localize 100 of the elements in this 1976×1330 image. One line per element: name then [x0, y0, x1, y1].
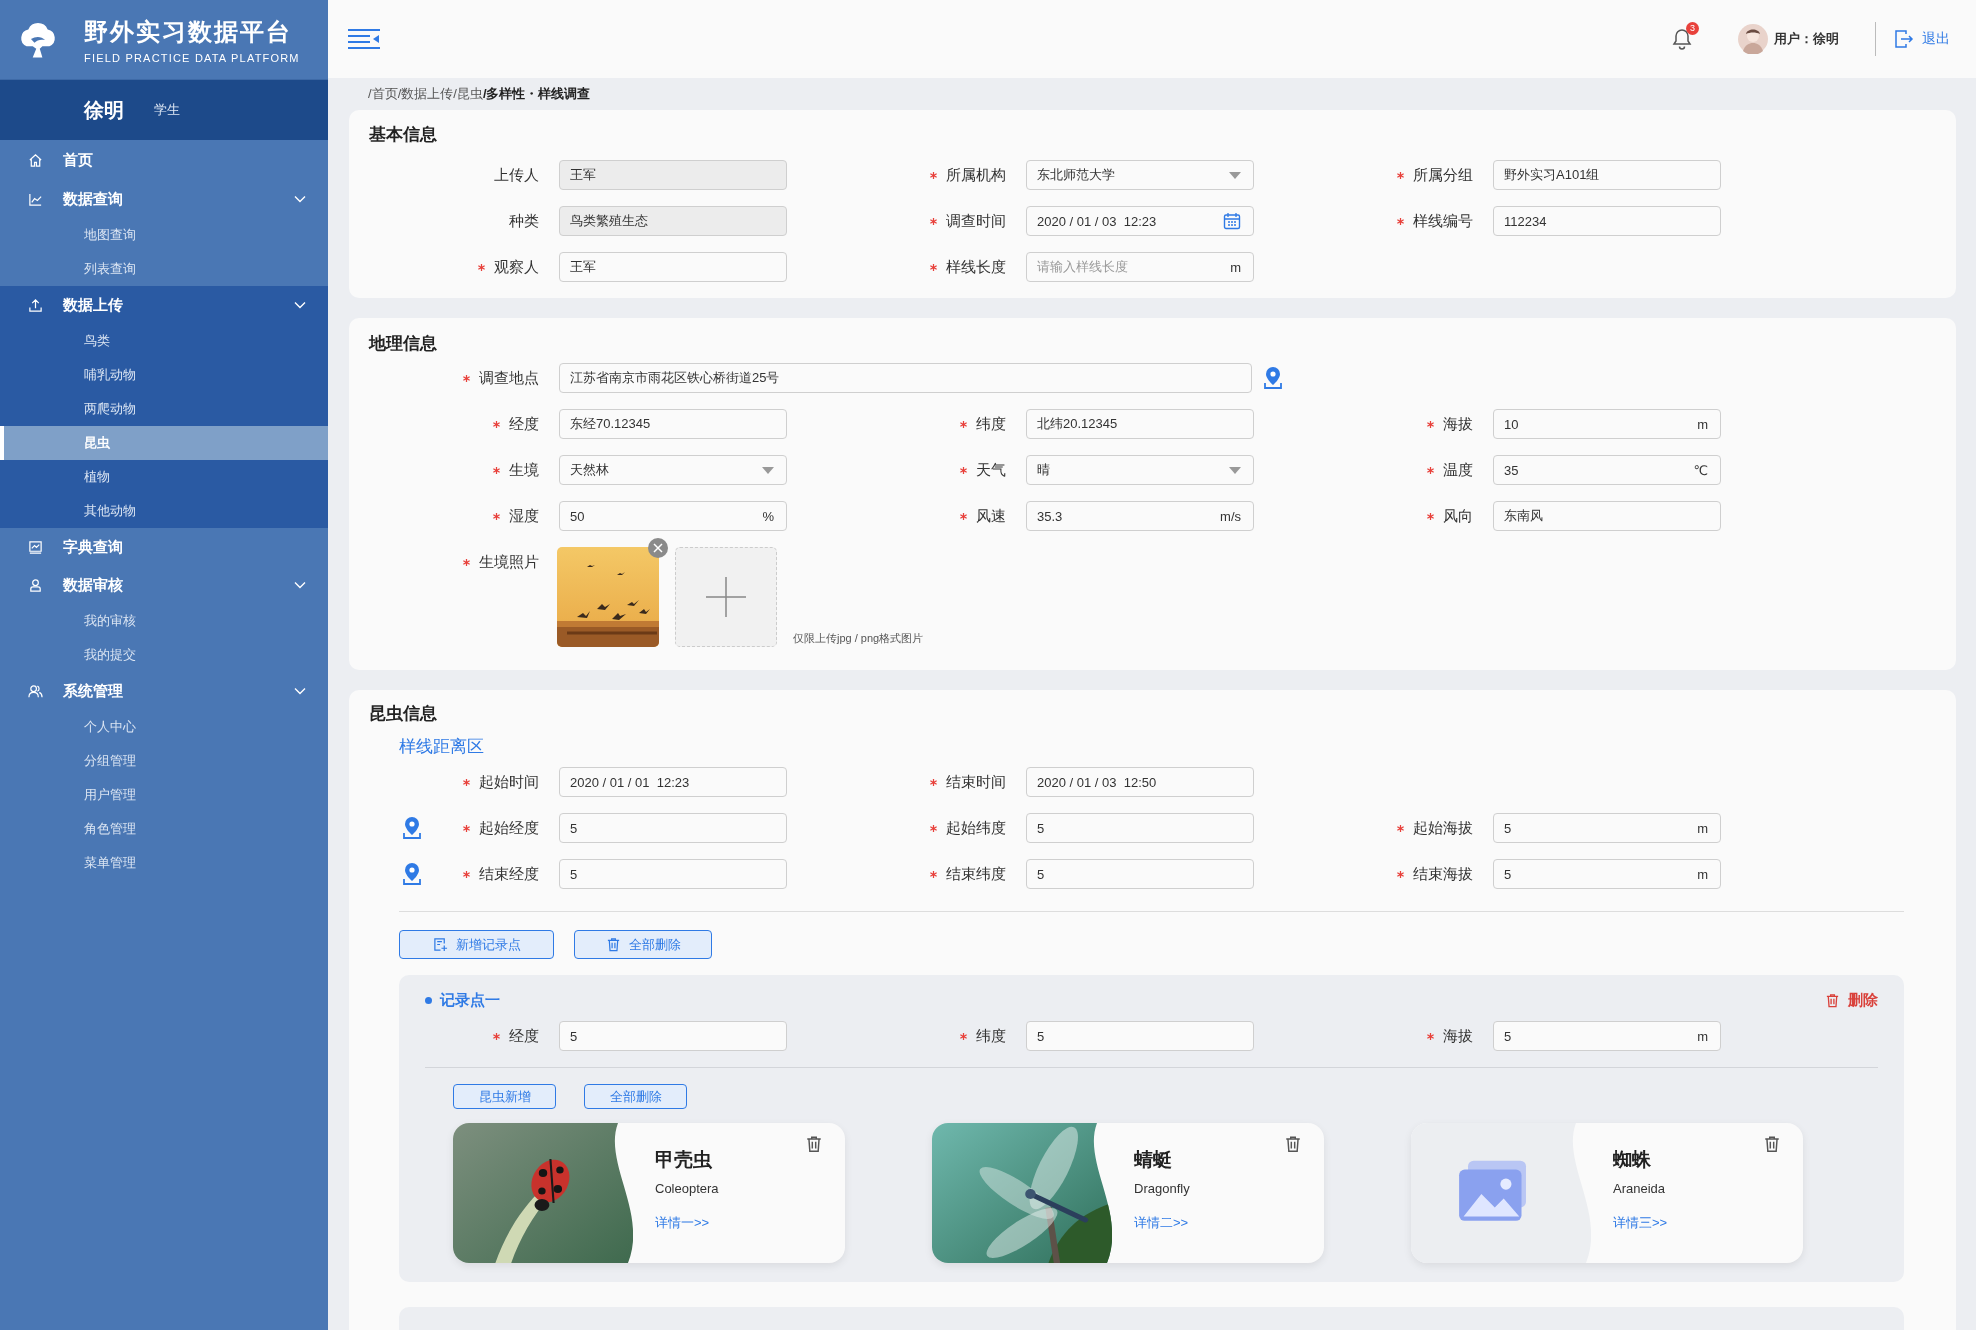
text-field[interactable]: 2020 / 01 / 03 12:50: [1026, 767, 1254, 797]
details-link[interactable]: 详情三>>: [1613, 1214, 1668, 1232]
text-field[interactable]: 江苏省南京市雨花区铁心桥街道25号: [559, 363, 1252, 393]
field-label: 天气: [976, 460, 1006, 480]
insect-card[interactable]: 蜘蛛 Araneida 详情三>>: [1411, 1123, 1803, 1263]
select-field[interactable]: 天然林: [559, 455, 787, 485]
text-field[interactable]: 2020 / 01 / 01 12:23: [559, 767, 787, 797]
unit-label: ℃: [1693, 462, 1708, 478]
menu-collapse-icon[interactable]: [348, 28, 380, 50]
text-field[interactable]: 5: [559, 1021, 787, 1051]
field-label: 风向: [1443, 506, 1473, 526]
location-pin-icon[interactable]: [401, 816, 423, 840]
text-field[interactable]: 5 m: [1493, 813, 1721, 843]
trash-icon[interactable]: [1284, 1135, 1302, 1153]
upload-icon: [28, 297, 43, 313]
field-label: 样线长度: [946, 257, 1006, 277]
add-record-button[interactable]: 新增记录点: [399, 930, 554, 959]
delete-button[interactable]: 删除: [1825, 990, 1878, 1010]
sidebar-subitem[interactable]: 其他动物: [0, 494, 328, 528]
sidebar-subitem[interactable]: 菜单管理: [0, 846, 328, 880]
app-title: 野外实习数据平台: [84, 16, 293, 47]
delete-all-button[interactable]: 全部删除: [574, 930, 712, 959]
sidebar-item[interactable]: 数据查询: [0, 180, 328, 218]
text-field[interactable]: 野外实习A101组: [1493, 160, 1721, 190]
field-label: 起始时间: [479, 772, 539, 792]
insect-latin-name: Coleoptera: [655, 1181, 719, 1196]
trash-icon[interactable]: [1763, 1135, 1781, 1153]
text-field[interactable]: 5: [1026, 859, 1254, 889]
sidebar-item[interactable]: 数据上传: [0, 286, 328, 324]
line-chart-icon: [28, 191, 43, 207]
delete-all-button[interactable]: 全部删除: [584, 1084, 687, 1109]
text-field[interactable]: 5 m: [1493, 1021, 1721, 1051]
trash-icon: [605, 937, 621, 952]
sidebar-item[interactable]: 首页: [0, 140, 328, 180]
text-field[interactable]: 112234: [1493, 206, 1721, 236]
sidebar-subitem[interactable]: 鸟类: [0, 324, 328, 358]
field-label: 经度: [509, 1026, 539, 1046]
text-field[interactable]: 50 %: [559, 501, 787, 531]
trash-icon[interactable]: [805, 1135, 823, 1153]
text-field[interactable]: 请输入样线长度 m: [1026, 252, 1254, 282]
text-field[interactable]: 35.3 m/s: [1026, 501, 1254, 531]
text-field[interactable]: 5: [559, 859, 787, 889]
sidebar-item[interactable]: 数据审核: [0, 566, 328, 604]
text-field[interactable]: 北纬20.12345: [1026, 409, 1254, 439]
location-pin-icon[interactable]: [1262, 366, 1284, 390]
text-field[interactable]: 东南风: [1493, 501, 1721, 531]
text-field[interactable]: 10 m: [1493, 409, 1721, 439]
add-insect-button[interactable]: 昆虫新增: [453, 1084, 556, 1109]
text-field[interactable]: 5: [559, 813, 787, 843]
unit-label: %: [762, 508, 774, 524]
sidebar-item[interactable]: 字典查询: [0, 528, 328, 566]
record-point-title: 记录点一: [440, 990, 500, 1010]
details-link[interactable]: 详情二>>: [1134, 1214, 1189, 1232]
text-field[interactable]: 东经70.12345: [559, 409, 787, 439]
remove-icon[interactable]: [648, 538, 668, 558]
sidebar-subitem[interactable]: 我的提交: [0, 638, 328, 672]
text-field[interactable]: 王军: [559, 252, 787, 282]
text-field[interactable]: 35 ℃: [1493, 455, 1721, 485]
notification-badge: 3: [1686, 22, 1699, 35]
field-label: 所属分组: [1413, 165, 1473, 185]
section-title: 地理信息: [367, 333, 438, 355]
sidebar-subitem[interactable]: 个人中心: [0, 710, 328, 744]
sidebar-subitem[interactable]: 地图查询: [0, 218, 328, 252]
sidebar-subitem[interactable]: 列表查询: [0, 252, 328, 286]
logout-link[interactable]: 退出: [1894, 29, 1950, 49]
insect-card[interactable]: 甲壳虫 Coleoptera 详情一>>: [453, 1123, 845, 1263]
insect-name: 蜻蜓: [1134, 1148, 1173, 1172]
field-label: 海拔: [1443, 1026, 1473, 1046]
calendar-icon[interactable]: [1223, 212, 1241, 230]
insect-card[interactable]: 蜻蜓 Dragonfly 详情二>>: [932, 1123, 1324, 1263]
sidebar-subitem[interactable]: 两爬动物: [0, 392, 328, 426]
breadcrumb-link[interactable]: /数据上传: [397, 85, 454, 103]
caret-icon: [1229, 466, 1241, 474]
field-label: 结束经度: [479, 864, 539, 884]
location-pin-icon[interactable]: [401, 862, 423, 886]
sidebar-subitem[interactable]: 角色管理: [0, 812, 328, 846]
sidebar-subitem[interactable]: 我的审核: [0, 604, 328, 638]
breadcrumb-link[interactable]: /首页: [368, 85, 398, 103]
sidebar-subitem[interactable]: 植物: [0, 460, 328, 494]
sidebar-subitem[interactable]: 分组管理: [0, 744, 328, 778]
field-label: 结束海拔: [1413, 864, 1473, 884]
field-label: 结束时间: [946, 772, 1006, 792]
field-label: 起始海拔: [1413, 818, 1473, 838]
select-field[interactable]: 晴: [1026, 455, 1254, 485]
details-link[interactable]: 详情一>>: [655, 1214, 710, 1232]
sidebar-subitem[interactable]: 用户管理: [0, 778, 328, 812]
text-field[interactable]: 5: [1026, 1021, 1254, 1051]
notification-bell-icon[interactable]: [1672, 28, 1692, 50]
text-field[interactable]: 5: [1026, 813, 1254, 843]
breadcrumb-link[interactable]: /昆虫: [453, 85, 483, 103]
user-role: 学生: [154, 101, 180, 119]
date-field[interactable]: 2020 / 01 / 03 12:23: [1026, 206, 1254, 236]
text-field[interactable]: 5 m: [1493, 859, 1721, 889]
field-label: 湿度: [509, 506, 539, 526]
sidebar-subitem[interactable]: 哺乳动物: [0, 358, 328, 392]
avatar-icon[interactable]: [1738, 24, 1768, 54]
field-label: 结束纬度: [946, 864, 1006, 884]
select-field[interactable]: 东北师范大学: [1026, 160, 1254, 190]
sidebar-item[interactable]: 系统管理: [0, 672, 328, 710]
unit-label: m: [1230, 259, 1241, 275]
